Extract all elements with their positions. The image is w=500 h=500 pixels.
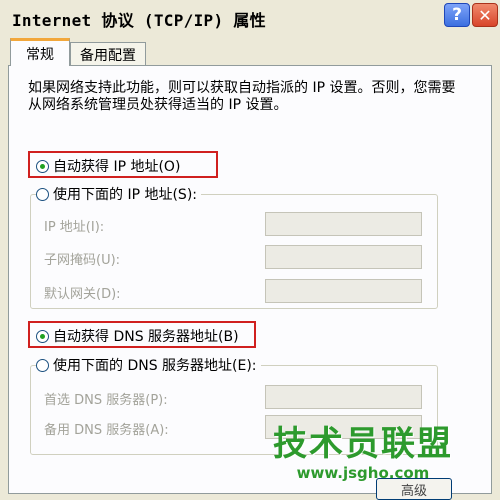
- title-bar: Internet 协议 (TCP/IP) 属性 ? ✕: [0, 0, 500, 34]
- radio-manual-dns-label: 使用下面的 DNS 服务器地址(E):: [53, 358, 257, 374]
- preferred-dns-label: 首选 DNS 服务器(P):: [44, 393, 168, 408]
- help-button[interactable]: ?: [444, 3, 470, 27]
- tab-general-label: 常规: [26, 46, 54, 63]
- window-title: Internet 协议 (TCP/IP) 属性: [12, 11, 266, 30]
- ip-address-input[interactable]: [265, 212, 422, 236]
- close-button[interactable]: ✕: [472, 3, 498, 27]
- radio-manual-ip[interactable]: 使用下面的 IP 地址(S):: [36, 184, 201, 204]
- subnet-mask-input[interactable]: [265, 245, 422, 269]
- subnet-mask-label: 子网掩码(U):: [44, 253, 121, 268]
- tab-alternate-config-label: 备用配置: [80, 47, 136, 64]
- radio-auto-dns[interactable]: 自动获得 DNS 服务器地址(B): [36, 326, 239, 346]
- tab-strip: 常规 备用配置: [0, 38, 500, 66]
- ip-address-label: IP 地址(I):: [44, 220, 105, 235]
- close-icon: ✕: [478, 5, 492, 25]
- tab-general[interactable]: 常规: [10, 38, 70, 66]
- watermark-logo: 技术员联盟 www.jsgho.com: [268, 424, 458, 482]
- default-gateway-input[interactable]: [265, 279, 422, 303]
- advanced-button-label: 高级: [400, 483, 427, 499]
- preferred-dns-input[interactable]: [265, 385, 422, 409]
- alternate-dns-label: 备用 DNS 服务器(A):: [44, 423, 169, 438]
- radio-auto-dns-label: 自动获得 DNS 服务器地址(B): [53, 329, 239, 345]
- help-icon: ?: [452, 5, 462, 25]
- tab-alternate-config[interactable]: 备用配置: [70, 42, 146, 66]
- radio-manual-dns[interactable]: 使用下面的 DNS 服务器地址(E):: [36, 355, 261, 375]
- radio-checked-icon: [36, 329, 49, 343]
- default-gateway-label: 默认网关(D):: [44, 287, 121, 302]
- watermark-title: 技术员联盟: [273, 424, 453, 464]
- radio-auto-ip[interactable]: 自动获得 IP 地址(O): [36, 156, 180, 176]
- radio-manual-ip-label: 使用下面的 IP 地址(S):: [53, 187, 197, 203]
- radio-checked-icon: [36, 159, 49, 173]
- description-text: 如果网络支持此功能，则可以获取自动指派的 IP 设置。否则，您需要从网络系统管理…: [28, 80, 456, 113]
- watermark-url: www.jsgho.com: [296, 464, 430, 482]
- radio-unchecked-icon: [36, 187, 49, 201]
- radio-unchecked-icon: [36, 358, 49, 372]
- radio-auto-ip-label: 自动获得 IP 地址(O): [53, 159, 181, 175]
